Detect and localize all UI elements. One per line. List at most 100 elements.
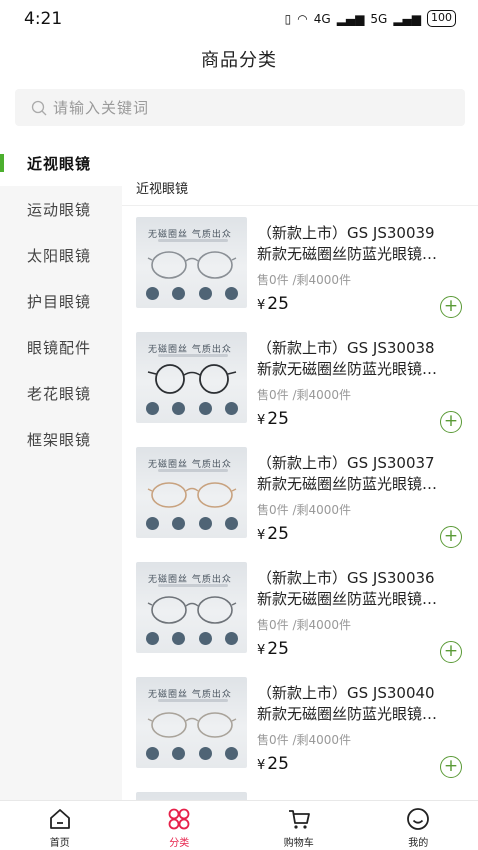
thumb-subline	[158, 354, 228, 357]
signal-icon: ▂▄▆	[393, 11, 421, 26]
feature-icons	[146, 747, 238, 760]
product-name-line2: 新款无磁圈丝防蓝光眼镜…	[257, 705, 438, 723]
tab-label: 我的	[408, 838, 429, 849]
feature-icon	[146, 517, 159, 530]
product-name: （新款上市）GS JS30040 新款无磁圈丝防蓝光眼镜…	[257, 683, 467, 725]
sidebar-item-accessories[interactable]: 眼镜配件	[0, 324, 122, 370]
product-image: 无磁圈丝 气质出众	[136, 562, 247, 653]
network-5g: 5G	[370, 11, 388, 26]
plus-circle-icon: +	[443, 411, 459, 431]
product-price: ¥25	[257, 294, 289, 314]
feature-icon	[198, 402, 212, 415]
sidebar-item-label: 眼镜配件	[27, 338, 92, 357]
tab-label: 分类	[169, 838, 190, 849]
search-icon	[31, 100, 47, 115]
status-time: 4:21	[24, 9, 63, 29]
add-to-cart-button[interactable]: +	[440, 411, 462, 433]
tab-home[interactable]: 首页	[0, 801, 120, 850]
glasses-image	[147, 251, 237, 279]
add-to-cart-button[interactable]: +	[440, 526, 462, 548]
product-name-line1: （新款上市）GS JS30040	[257, 684, 435, 702]
feature-icon	[198, 747, 212, 760]
category-sidebar: 近视眼镜 运动眼镜 太阳眼镜 护目眼镜 眼镜配件 老花眼镜 框架眼镜	[0, 140, 122, 800]
vibrate-icon: ▯	[284, 11, 292, 26]
feature-icons	[146, 632, 238, 645]
product-name-line2: 新款无磁圈丝防蓝光眼镜…	[257, 475, 438, 493]
feature-icon	[198, 517, 212, 530]
sidebar-item-label: 太阳眼镜	[27, 246, 92, 265]
product-name: （新款上市）GS JS30037 新款无磁圈丝防蓝光眼镜…	[257, 453, 467, 495]
product-stock: 售0件 /剩4000件	[257, 733, 352, 747]
feature-icon	[146, 287, 159, 300]
feature-icon	[172, 632, 186, 645]
plus-circle-icon: +	[443, 296, 459, 316]
glasses-image	[147, 712, 237, 738]
search-input[interactable]: 请输入关键词	[15, 89, 465, 126]
product-image: 无磁圈丝 气质出众	[136, 217, 247, 308]
sidebar-item-frames[interactable]: 框架眼镜	[0, 416, 122, 462]
tab-label: 首页	[49, 838, 70, 849]
feature-icon	[172, 287, 186, 300]
product-name: （新款上市）GS JS30039 新款无磁圈丝防蓝光眼镜…	[257, 223, 467, 265]
product-name-line1: （新款上市）GS JS30036	[257, 569, 435, 587]
sidebar-item-myopia[interactable]: 近视眼镜	[0, 140, 122, 186]
glasses-image	[147, 482, 237, 508]
tab-category[interactable]: 分类	[120, 801, 240, 850]
sidebar-item-label: 护目眼镜	[27, 292, 92, 311]
thumb-subline	[158, 699, 228, 702]
feature-icons	[146, 402, 238, 415]
tab-profile[interactable]: 我的	[359, 801, 478, 850]
tab-label: 购物车	[283, 838, 314, 849]
network-4g: 4G	[313, 11, 331, 26]
product-name-line2: 新款无磁圈丝防蓝光眼镜…	[257, 360, 438, 378]
product-stock: 售0件 /剩4000件	[257, 503, 352, 517]
tab-cart[interactable]: 购物车	[239, 801, 359, 850]
currency-symbol: ¥	[257, 758, 266, 773]
product-card[interactable]: 无磁圈丝 气质出众 （新款上市）GS JS30036 新款无磁圈丝防蓝光眼镜… 售…	[122, 551, 478, 666]
feature-icon	[146, 632, 159, 645]
price-value: 25	[267, 294, 289, 314]
product-image	[136, 792, 247, 800]
product-card[interactable]: 无磁圈丝 气质出众 （新款上市）GS JS30037 新款无磁圈丝防蓝光眼镜… 售…	[122, 436, 478, 551]
product-card[interactable]	[122, 781, 478, 800]
feature-icon	[146, 402, 159, 415]
thumb-subline	[158, 584, 228, 587]
home-icon	[49, 809, 70, 829]
currency-symbol: ¥	[257, 413, 266, 428]
add-to-cart-button[interactable]: +	[440, 296, 462, 318]
profile-icon	[407, 808, 430, 830]
sidebar-item-goggles[interactable]: 护目眼镜	[0, 278, 122, 324]
thumb-subline	[158, 469, 228, 472]
search-placeholder: 请输入关键词	[53, 99, 150, 117]
section-title: 近视眼镜	[136, 182, 189, 197]
plus-circle-icon: +	[443, 641, 459, 661]
product-image: 无磁圈丝 气质出众	[136, 332, 247, 423]
product-name-line2: 新款无磁圈丝防蓝光眼镜…	[257, 245, 438, 263]
price-value: 25	[267, 409, 289, 429]
thumb-subline	[158, 239, 228, 242]
product-card[interactable]: 无磁圈丝 气质出众 （新款上市）GS JS30040 新款无磁圈丝防蓝光眼镜… 售…	[122, 666, 478, 781]
status-icons: ▯ ◠ 4G ▂▄▆ 5G ▂▄▆ 100	[285, 10, 456, 27]
feature-icon	[172, 402, 186, 415]
feature-icons	[146, 517, 238, 530]
product-stock: 售0件 /剩4000件	[257, 273, 352, 287]
feature-icon	[224, 287, 238, 300]
sidebar-item-label: 老花眼镜	[27, 384, 92, 403]
sidebar-item-reading[interactable]: 老花眼镜	[0, 370, 122, 416]
sidebar-item-label: 运动眼镜	[27, 200, 92, 219]
product-card[interactable]: 无磁圈丝 气质出众 （新款上市）GS JS30038 新款无磁圈丝防蓝光眼镜… 售…	[122, 321, 478, 436]
currency-symbol: ¥	[257, 528, 266, 543]
product-card[interactable]: 无磁圈丝 气质出众 （新款上市）GS JS30039 新款无磁圈丝防蓝光眼镜… 售…	[122, 206, 478, 321]
product-price: ¥25	[257, 409, 289, 429]
add-to-cart-button[interactable]: +	[440, 641, 462, 663]
plus-circle-icon: +	[443, 756, 459, 776]
sidebar-item-sunglasses[interactable]: 太阳眼镜	[0, 232, 122, 278]
price-value: 25	[267, 639, 289, 659]
product-price: ¥25	[257, 524, 289, 544]
glasses-image	[147, 364, 237, 394]
add-to-cart-button[interactable]: +	[440, 756, 462, 778]
sidebar-item-sports[interactable]: 运动眼镜	[0, 186, 122, 232]
product-stock: 售0件 /剩4000件	[257, 388, 352, 402]
price-value: 25	[267, 754, 289, 774]
feature-icon	[224, 632, 238, 645]
